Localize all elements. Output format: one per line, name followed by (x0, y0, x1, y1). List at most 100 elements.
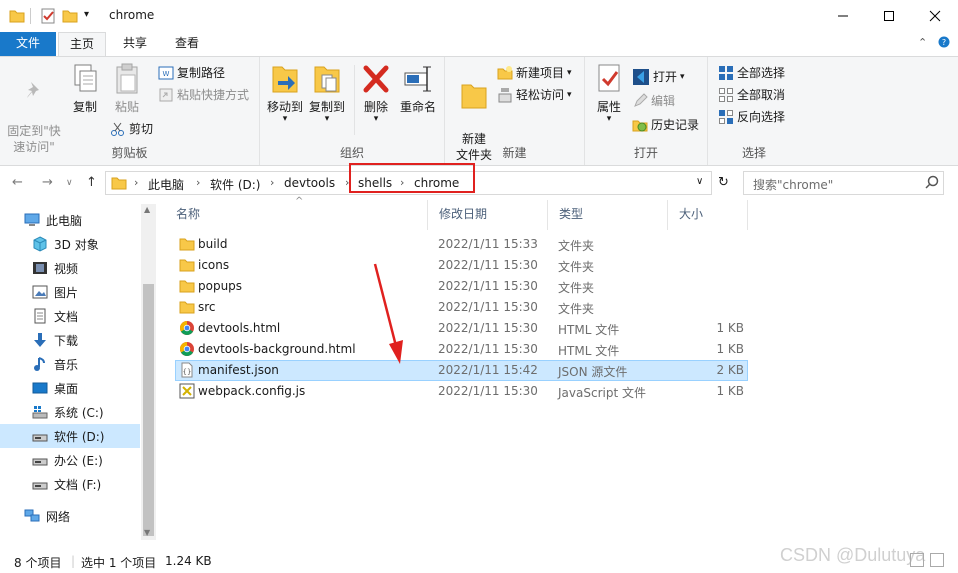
tab-share[interactable]: 共享 (112, 32, 158, 56)
tab-view[interactable]: 查看 (164, 32, 210, 56)
pin-quick-access-button[interactable]: 固定到"快 速访问" (6, 63, 62, 155)
vscode-icon (633, 69, 649, 85)
drive-icon (32, 434, 48, 442)
maximize-button[interactable] (866, 0, 912, 32)
tab-home[interactable]: 主页 (58, 32, 106, 57)
address-dropdown-chevron-icon[interactable]: ∨ (696, 176, 703, 187)
table-row[interactable]: build 2022/1/11 15:33 文件夹 (175, 234, 748, 255)
file-list: ^ 名称 修改日期 类型 大小 build 2022/1/11 15:33 文件… (165, 196, 958, 545)
breadcrumb-drive-d[interactable]: 软件 (D:) (210, 176, 260, 193)
refresh-icon[interactable]: ↻ (718, 175, 729, 190)
rename-icon (404, 66, 431, 92)
scroll-up-icon[interactable]: ▲ (144, 205, 150, 214)
select-none-button[interactable]: 全部取消 (718, 85, 785, 105)
nav-item-network[interactable]: 网络 (0, 504, 140, 528)
nav-item-documents[interactable]: 文档 (0, 304, 140, 328)
history-button[interactable]: 历史记录 (632, 115, 699, 135)
scrollbar-thumb[interactable] (143, 284, 154, 536)
navigation-pane-scrollbar[interactable]: ▲ ▼ (141, 204, 156, 540)
easy-access-button[interactable]: 轻松访问 ▾ (497, 85, 572, 105)
new-folder-qa-icon[interactable] (62, 8, 78, 24)
invert-selection-icon (719, 110, 733, 124)
nav-item-pictures[interactable]: 图片 (0, 280, 140, 304)
breadcrumb-devtools[interactable]: devtools (284, 176, 335, 190)
properties-button[interactable]: 属性 ▾ (591, 63, 627, 124)
scissors-icon (111, 122, 124, 136)
select-group: 全部选择 全部取消 反向选择 选择 (708, 57, 800, 165)
nav-item-drive-c[interactable]: 系统 (C:) (0, 400, 140, 424)
file-name: webpack.config.js (198, 384, 306, 398)
file-modified: 2022/1/11 15:30 (438, 342, 538, 356)
nav-item-drive-f[interactable]: 文档 (F:) (0, 472, 140, 496)
delete-button[interactable]: 删除 ▾ (358, 63, 394, 124)
status-selection: 选中 1 个项目 (81, 556, 157, 570)
paste-shortcut-icon (159, 88, 173, 102)
column-header-modified[interactable]: 修改日期 (428, 200, 548, 230)
file-name: icons (198, 258, 230, 272)
annotation-arrow-icon (373, 263, 403, 364)
search-placeholder: 搜索"chrome" (753, 178, 834, 192)
paste-button[interactable]: 粘贴 (108, 63, 146, 115)
copy-path-button[interactable]: W 复制路径 (158, 63, 225, 83)
table-row[interactable]: webpack.config.js 2022/1/11 15:30 JavaSc… (175, 381, 748, 402)
rename-button[interactable]: 重命名 (398, 63, 438, 115)
table-row[interactable]: popups 2022/1/11 15:30 文件夹 (175, 276, 748, 297)
back-arrow-icon[interactable]: ← (12, 175, 23, 190)
forward-arrow-icon[interactable]: → (42, 175, 53, 190)
close-button[interactable] (912, 0, 958, 32)
file-name: devtools-background.html (198, 342, 356, 356)
invert-selection-button[interactable]: 反向选择 (718, 107, 785, 127)
collapse-ribbon-icon[interactable]: ⌃ (918, 36, 927, 49)
file-size: 2 KB (716, 363, 744, 377)
column-header-size[interactable]: 大小 (668, 200, 748, 230)
edit-button[interactable]: 编辑 (632, 91, 675, 111)
breadcrumb-separator-icon[interactable]: › (134, 176, 138, 189)
table-row[interactable]: devtools.html 2022/1/11 15:30 HTML 文件 1 … (175, 318, 748, 339)
nav-item-music[interactable]: 音乐 (0, 352, 140, 376)
minimize-button[interactable] (820, 0, 866, 32)
qa-dropdown-icon[interactable]: ▾ (84, 9, 89, 25)
nav-item-drive-e[interactable]: 办公 (E:) (0, 448, 140, 472)
table-row[interactable]: devtools-background.html 2022/1/11 15:30… (175, 339, 748, 360)
scroll-down-icon[interactable]: ▼ (144, 528, 150, 537)
file-type: HTML 文件 (558, 323, 620, 337)
help-icon[interactable]: ? (938, 36, 950, 51)
folder-icon (179, 278, 195, 297)
divider: | (71, 554, 76, 568)
properties-qa-icon[interactable] (40, 8, 56, 24)
details-view-icon[interactable] (910, 553, 924, 567)
ribbon: 固定到"快 速访问" 复制 粘贴 W 复制路径 粘贴快捷方式 剪切 剪贴板 移动… (0, 56, 958, 166)
table-row[interactable]: icons 2022/1/11 15:30 文件夹 (175, 255, 748, 276)
move-to-button[interactable]: 移动到 ▾ (265, 63, 305, 124)
tab-file[interactable]: 文件 (0, 32, 56, 56)
open-button[interactable]: 打开 ▾ (632, 67, 685, 87)
status-bar: 8 个项目 | 选中 1 个项目 1.24 KB CSDN @Dulutuya (0, 545, 958, 573)
breadcrumb-this-pc[interactable]: 此电脑 (148, 176, 184, 193)
nav-item-desktop[interactable]: 桌面 (0, 376, 140, 400)
large-icons-view-icon[interactable] (930, 553, 944, 567)
search-input[interactable]: 搜索"chrome" (743, 171, 944, 195)
recent-locations-chevron-icon[interactable]: ∨ (66, 178, 73, 188)
new-item-button[interactable]: 新建项目 ▾ (497, 63, 572, 83)
cut-button[interactable]: 剪切 (110, 119, 153, 139)
nav-item-3d-objects[interactable]: 3D 对象 (0, 232, 140, 256)
nav-item-downloads[interactable]: 下载 (0, 328, 140, 352)
nav-item-videos[interactable]: 视频 (0, 256, 140, 280)
paste-shortcut-button[interactable]: 粘贴快捷方式 (158, 85, 249, 105)
up-arrow-icon[interactable]: ↑ (86, 175, 97, 190)
column-header-type[interactable]: 类型 (548, 200, 668, 230)
column-header-name[interactable]: 名称 (165, 200, 428, 230)
file-modified: 2022/1/11 15:30 (438, 258, 538, 272)
table-row[interactable]: src 2022/1/11 15:30 文件夹 (175, 297, 748, 318)
copy-to-button[interactable]: 复制到 ▾ (307, 63, 347, 124)
chrome-icon (179, 341, 195, 360)
table-row-selected[interactable]: {} manifest.json 2022/1/11 15:42 JSON 源文… (175, 360, 748, 381)
copy-to-icon (314, 66, 340, 93)
select-all-button[interactable]: 全部选择 (718, 63, 785, 83)
breadcrumb-separator-icon[interactable]: › (270, 176, 274, 189)
nav-item-this-pc[interactable]: 此电脑 (0, 208, 140, 232)
file-type: 文件夹 (558, 302, 595, 316)
breadcrumb-separator-icon[interactable]: › (196, 176, 200, 189)
copy-button[interactable]: 复制 (66, 63, 104, 115)
nav-item-drive-d[interactable]: 软件 (D:) (0, 424, 140, 448)
